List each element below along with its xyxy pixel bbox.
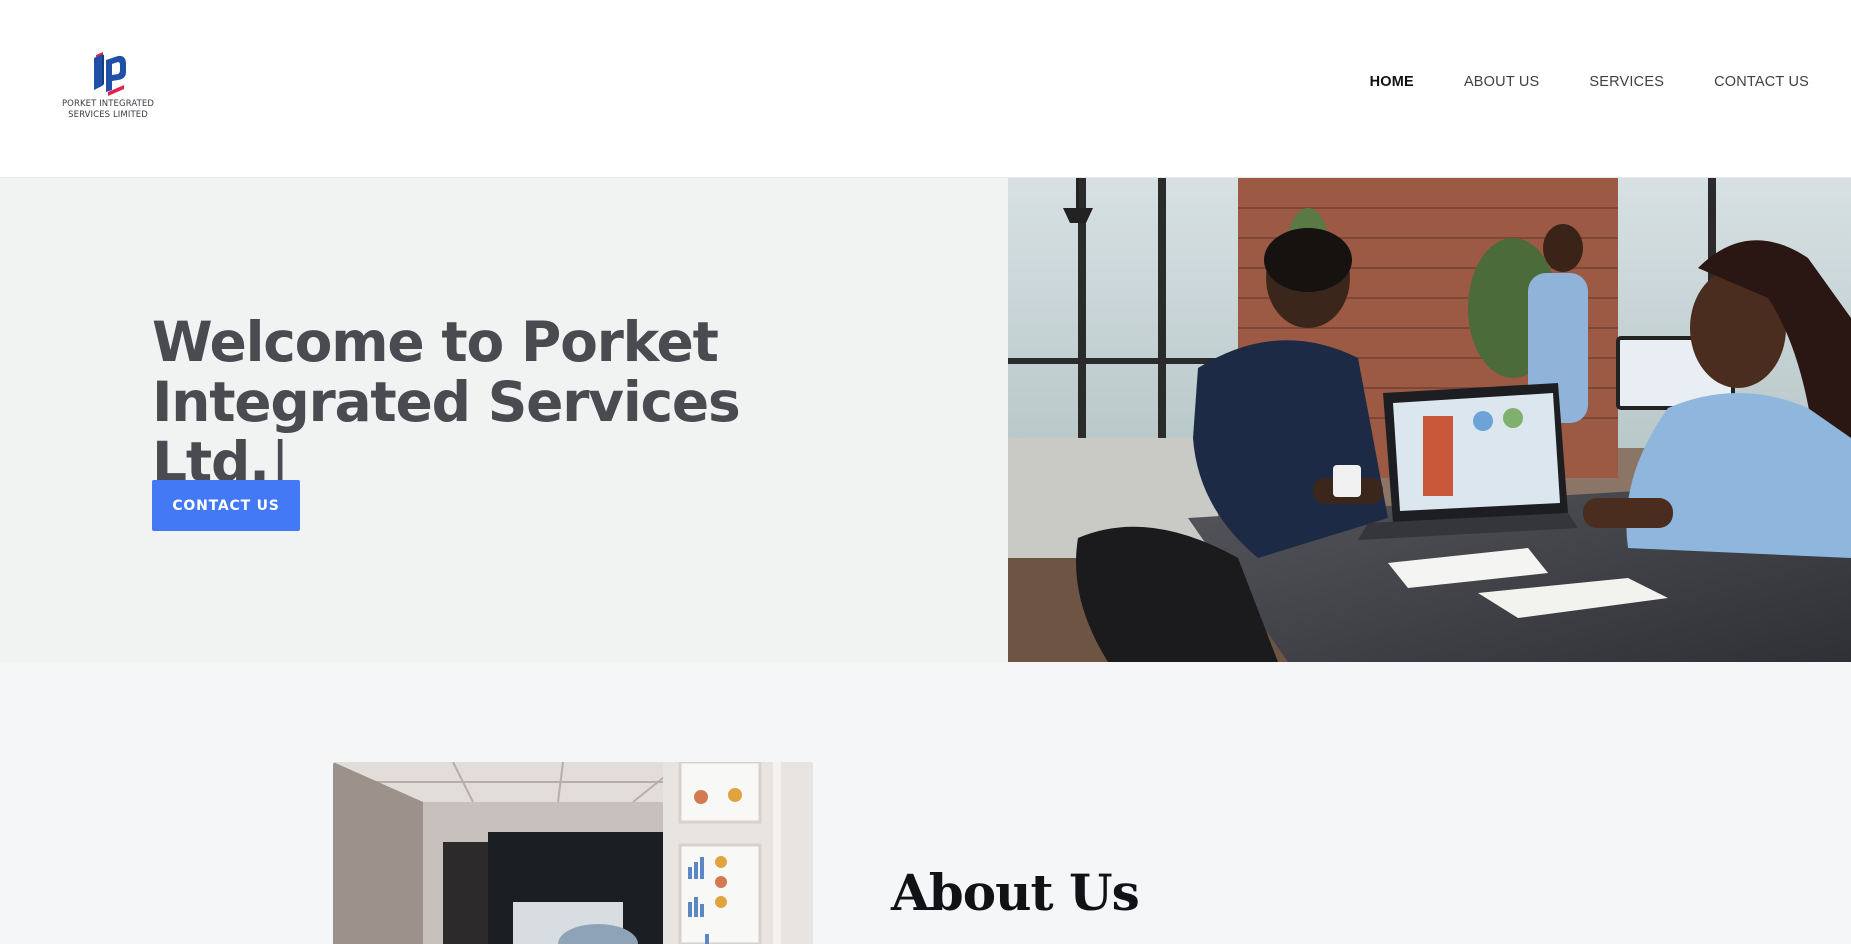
about-photo-illustration xyxy=(333,762,813,944)
about-us-heading: About Us xyxy=(891,863,1140,922)
hero-contact-button[interactable]: CONTACT US xyxy=(152,480,300,531)
nav-contact-us[interactable]: CONTACT US xyxy=(1714,74,1809,90)
hero-title: Welcome to Porket Integrated Services Lt… xyxy=(152,312,852,492)
nav-home[interactable]: HOME xyxy=(1370,74,1414,90)
hero-title-line1: Welcome to Porket xyxy=(152,310,719,374)
logo-text: PORKET INTEGRATED SERVICES LIMITED xyxy=(61,99,155,120)
office-photo-illustration xyxy=(1008,178,1851,662)
site-header: PORKET INTEGRATED SERVICES LIMITED HOME … xyxy=(0,0,1851,178)
hero-office-image xyxy=(1008,178,1851,662)
hero-title-line2: Integrated Services Ltd. xyxy=(152,370,741,494)
company-logo[interactable]: PORKET INTEGRATED SERVICES LIMITED xyxy=(58,52,158,122)
nav-about-us[interactable]: ABOUT US xyxy=(1464,74,1539,90)
about-office-image xyxy=(333,762,813,944)
nav-services[interactable]: SERVICES xyxy=(1589,74,1664,90)
main-nav: HOME ABOUT US SERVICES CONTACT US xyxy=(1370,74,1809,90)
porket-logo-icon xyxy=(94,52,126,96)
